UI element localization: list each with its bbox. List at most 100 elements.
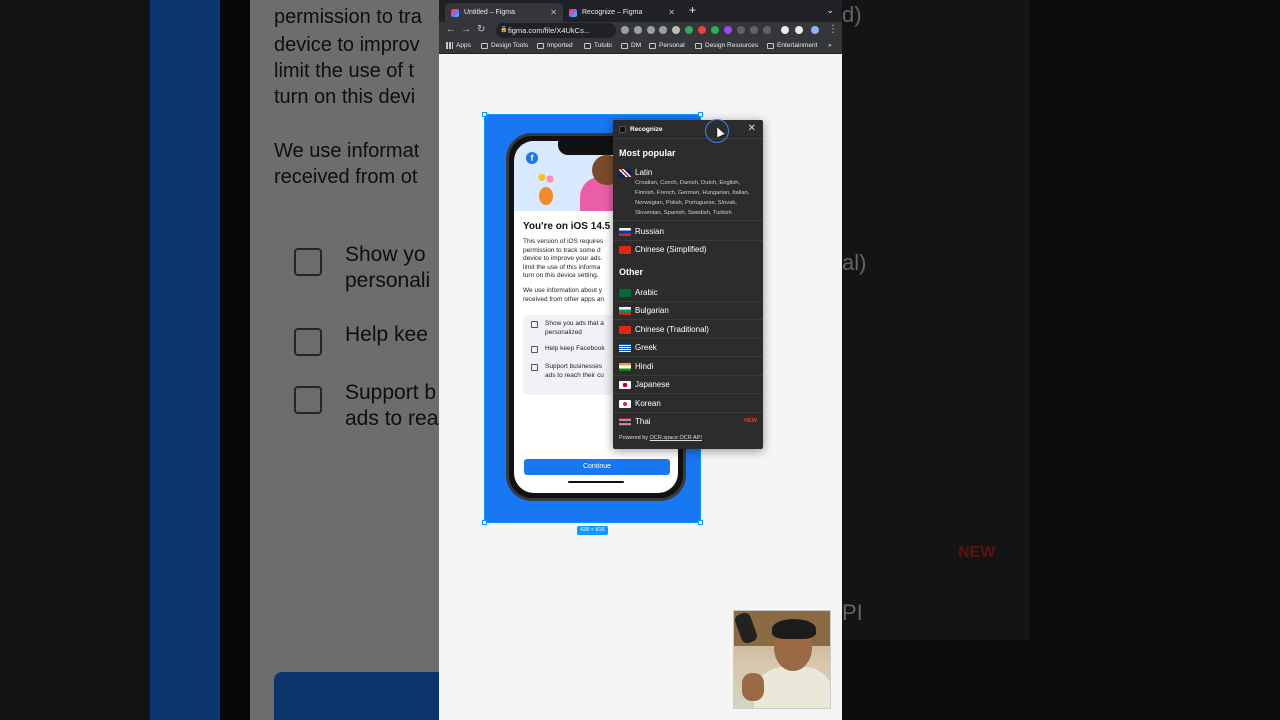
- back-icon[interactable]: ←: [446, 24, 456, 35]
- thailand-flag-icon: [619, 418, 631, 426]
- bookmark-entertainment[interactable]: Entertainment: [767, 42, 817, 49]
- bookmark-personal[interactable]: Personal: [649, 42, 685, 49]
- more-icon[interactable]: ⋮: [828, 24, 838, 35]
- thumbs-up-icon: [531, 346, 538, 353]
- lock-icon: 🔒: [500, 27, 508, 33]
- footer-text: Powered by: [619, 435, 650, 441]
- zoomed-list-item: Show yo personali: [345, 243, 431, 292]
- language-name: Latin: [635, 168, 653, 177]
- bookmark-design-tools[interactable]: Design Tools: [481, 42, 528, 49]
- tab-recognize-figma[interactable]: Recognize – Figma ✕: [563, 3, 681, 22]
- language-name: Thai: [635, 417, 651, 426]
- screen-paragraph: This version of iOS requires permission …: [523, 238, 604, 279]
- extension-icon[interactable]: [724, 26, 732, 34]
- bookmark-design-resources[interactable]: Design Resources: [695, 42, 758, 49]
- language-name: Chinese (Traditional): [635, 325, 709, 334]
- section-most-popular: Most popular: [619, 148, 676, 158]
- bookmark-dm[interactable]: DM: [621, 42, 641, 49]
- folder-icon: [621, 42, 628, 49]
- more-bookmarks-icon[interactable]: »: [828, 42, 832, 49]
- zoomed-background-right: d) al) PI NEW: [842, 0, 1280, 720]
- zoomed-plugin-panel: d) al) PI NEW: [842, 0, 1030, 640]
- resize-handle[interactable]: [698, 520, 703, 525]
- resize-handle[interactable]: [482, 112, 487, 117]
- star-icon[interactable]: [659, 26, 667, 34]
- bookmark-label: DM: [631, 42, 642, 49]
- zoomed-list-icon: [294, 328, 322, 356]
- reload-icon[interactable]: ↻: [477, 24, 485, 35]
- tab-bar: Untitled – Figma ✕ Recognize – Figma ✕ +…: [439, 0, 842, 22]
- language-latin[interactable]: Latin Croatian, Czech, Danish, Dutch, En…: [613, 168, 763, 221]
- extension-icon[interactable]: [672, 26, 680, 34]
- language-name: Chinese (Simplified): [635, 245, 707, 254]
- share-icon[interactable]: [647, 26, 655, 34]
- presenter-body: [754, 667, 830, 708]
- language-korean[interactable]: Korean: [613, 399, 763, 413]
- bookmark-imported[interactable]: Imported: [537, 42, 573, 49]
- resize-handle[interactable]: [698, 112, 703, 117]
- continue-button[interactable]: Continue: [524, 459, 670, 475]
- home-indicator: [568, 481, 624, 483]
- language-name: Hindi: [635, 362, 654, 371]
- extension-icon[interactable]: [711, 26, 719, 34]
- language-name: Bulgarian: [635, 306, 669, 315]
- close-icon[interactable]: ✕: [748, 123, 756, 134]
- extension-icon[interactable]: [763, 26, 771, 34]
- language-chinese-simplified[interactable]: Chinese (Simplified): [613, 245, 763, 259]
- avatar[interactable]: [811, 26, 819, 34]
- russia-flag-icon: [619, 228, 631, 236]
- korea-flag-icon: [619, 400, 631, 408]
- china-flag-icon: [619, 246, 631, 254]
- folder-icon: [767, 42, 774, 49]
- forward-icon[interactable]: →: [461, 24, 471, 35]
- screen-paragraph: We use information about y received from…: [523, 287, 604, 303]
- india-flag-icon: [619, 363, 631, 371]
- puzzle-icon[interactable]: [781, 26, 789, 34]
- webcam-overlay: [733, 610, 831, 709]
- zoomed-text: d): [842, 2, 862, 27]
- language-thai[interactable]: Thai NEW: [613, 417, 763, 431]
- language-bulgarian[interactable]: Bulgarian: [613, 306, 763, 320]
- chevron-down-icon[interactable]: ⌄: [826, 5, 834, 16]
- language-name: Greek: [635, 343, 657, 352]
- language-russian[interactable]: Russian: [613, 227, 763, 241]
- zoomed-continue-button: [274, 672, 439, 720]
- address-bar[interactable]: 🔒 figma.com/file/X4UkCs...: [496, 23, 616, 38]
- zoomed-new-badge: NEW: [958, 544, 996, 561]
- language-japanese[interactable]: Japanese: [613, 380, 763, 394]
- bookmark-label: Personal: [659, 42, 685, 49]
- close-icon[interactable]: ✕: [550, 8, 557, 17]
- ocr-api-link[interactable]: OCR.space OCR API: [650, 435, 702, 441]
- extension-icon[interactable]: [698, 26, 706, 34]
- sidebar-icon[interactable]: [795, 26, 803, 34]
- resize-handle[interactable]: [482, 520, 487, 525]
- bookmark-label: Design Tools: [491, 42, 529, 49]
- language-hindi[interactable]: Hindi: [613, 362, 763, 376]
- saudi-flag-icon: [619, 289, 631, 297]
- tab-untitled-figma[interactable]: Untitled – Figma ✕: [445, 3, 563, 22]
- extension-icon[interactable]: [621, 26, 629, 34]
- new-tab-button[interactable]: +: [689, 3, 696, 17]
- folder-icon: [584, 42, 591, 49]
- zoomed-list-item: Support b ads to rea: [345, 381, 439, 430]
- bookmark-label: Imported: [547, 42, 573, 49]
- language-name: Korean: [635, 399, 661, 408]
- extension-icon[interactable]: [634, 26, 642, 34]
- recognize-plugin-panel: Recognize ✕ Most popular Latin Croatian,…: [613, 120, 763, 449]
- language-chinese-traditional[interactable]: Chinese (Traditional): [613, 325, 763, 339]
- language-greek[interactable]: Greek: [613, 343, 763, 357]
- uk-flag-icon: [619, 169, 631, 177]
- close-icon[interactable]: ✕: [668, 8, 675, 17]
- bookmarks-bar: Apps Design Tools Imported Tutubi DM Per…: [439, 39, 842, 54]
- bookmark-label: Entertainment: [777, 42, 818, 49]
- extension-icon[interactable]: [685, 26, 693, 34]
- extension-icon[interactable]: [737, 26, 745, 34]
- extension-icon[interactable]: [750, 26, 758, 34]
- language-arabic[interactable]: Arabic: [613, 288, 763, 302]
- zoomed-phone-edge: [220, 0, 250, 720]
- language-name: Arabic: [635, 288, 658, 297]
- zoomed-list-icon: [294, 386, 322, 414]
- frame-size-label: 428 × 816: [577, 526, 608, 535]
- bookmark-apps[interactable]: Apps: [446, 42, 471, 49]
- bookmark-tutubi[interactable]: Tutubi: [584, 42, 612, 49]
